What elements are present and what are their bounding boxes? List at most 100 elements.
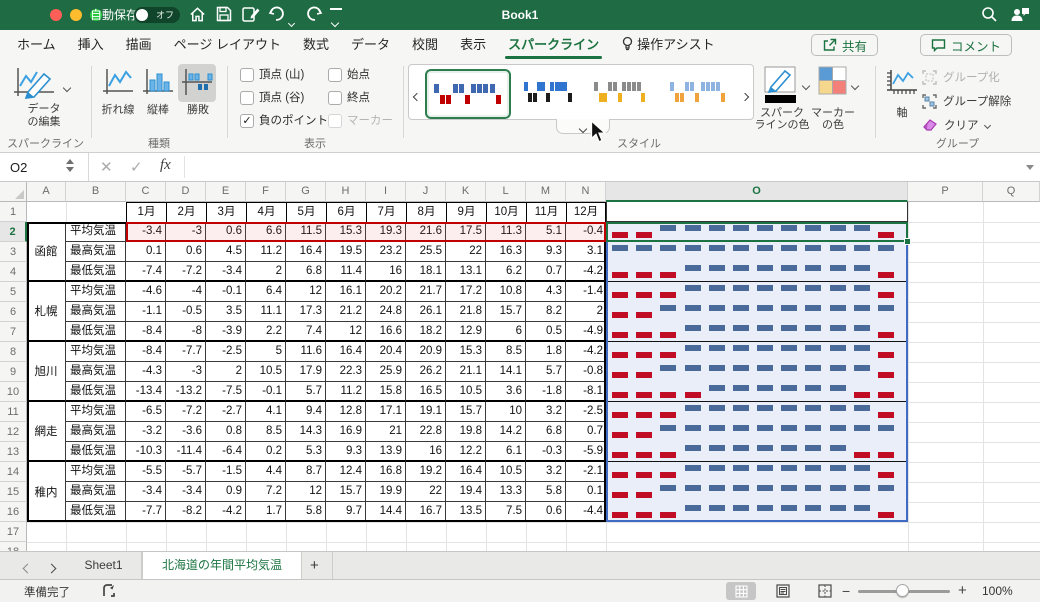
value-cell[interactable]: 6.6	[246, 222, 286, 242]
value-cell[interactable]: -1.8	[526, 382, 566, 402]
row-header-10[interactable]: 10	[0, 382, 27, 402]
value-cell[interactable]: -8.1	[566, 382, 606, 402]
value-cell[interactable]: 7.2	[246, 482, 286, 502]
value-cell[interactable]: 6.4	[246, 282, 286, 302]
value-cell[interactable]: 26.1	[406, 302, 446, 322]
value-cell[interactable]: 10.5	[486, 462, 526, 482]
city-cell[interactable]: 札幌	[27, 282, 66, 342]
sparkline-cell[interactable]	[608, 502, 906, 522]
value-cell[interactable]: 5	[246, 342, 286, 362]
sparkline-cell[interactable]	[608, 282, 906, 302]
value-cell[interactable]: 11.5	[286, 222, 326, 242]
value-cell[interactable]: 16.4	[446, 462, 486, 482]
col-header-P[interactable]: P	[908, 182, 983, 202]
value-cell[interactable]: -3.6	[166, 422, 206, 442]
row-header-18[interactable]: 18	[0, 542, 27, 551]
value-cell[interactable]: 22	[406, 482, 446, 502]
col-header-G[interactable]: G	[286, 182, 326, 202]
value-cell[interactable]: -13.4	[126, 382, 166, 402]
value-cell[interactable]: 20.9	[406, 342, 446, 362]
sparkline-cell[interactable]	[608, 442, 906, 462]
value-cell[interactable]: 5.1	[526, 222, 566, 242]
value-cell[interactable]: 13.3	[486, 482, 526, 502]
value-cell[interactable]: 16.9	[326, 422, 366, 442]
insert-function-icon[interactable]: fx	[160, 157, 171, 174]
select-all-corner[interactable]	[0, 182, 27, 202]
value-cell[interactable]: -0.8	[566, 362, 606, 382]
value-cell[interactable]: 12	[326, 322, 366, 342]
value-cell[interactable]: -13.2	[166, 382, 206, 402]
row-header-6[interactable]: 6	[0, 302, 27, 322]
value-cell[interactable]: -7.2	[166, 262, 206, 282]
search-icon[interactable]	[980, 5, 998, 28]
row-header-12[interactable]: 12	[0, 422, 27, 442]
row-header-15[interactable]: 15	[0, 482, 27, 502]
month-cell[interactable]: 11月	[526, 202, 567, 222]
value-cell[interactable]: 13.1	[446, 262, 486, 282]
month-cell[interactable]: 9月	[446, 202, 487, 222]
col-header-C[interactable]: C	[126, 182, 166, 202]
value-cell[interactable]: 16	[366, 262, 406, 282]
metric-cell[interactable]: 最高気温	[66, 302, 126, 322]
value-cell[interactable]: 22.8	[406, 422, 446, 442]
value-cell[interactable]: 4.1	[246, 402, 286, 422]
value-cell[interactable]: -2.1	[566, 462, 606, 482]
value-cell[interactable]: 23.2	[366, 242, 406, 262]
value-cell[interactable]: 25.9	[366, 362, 406, 382]
value-cell[interactable]: 0.7	[566, 422, 606, 442]
value-cell[interactable]: 0.7	[526, 262, 566, 282]
value-cell[interactable]: 0.6	[166, 242, 206, 262]
zoom-out-button[interactable]: −	[842, 583, 850, 599]
value-cell[interactable]: -3	[166, 222, 206, 242]
value-cell[interactable]: 7.5	[486, 502, 526, 522]
month-cell[interactable]: 2月	[166, 202, 207, 222]
value-cell[interactable]: 18.2	[406, 322, 446, 342]
value-cell[interactable]: 0.6	[526, 502, 566, 522]
month-cell[interactable]: 5月	[286, 202, 327, 222]
sparkline-cell[interactable]	[608, 242, 906, 262]
value-cell[interactable]: -8	[166, 322, 206, 342]
value-cell[interactable]: 16.8	[366, 462, 406, 482]
gallery-scroll-left-icon[interactable]	[412, 87, 422, 105]
row-header-17[interactable]: 17	[0, 522, 27, 542]
checkbox-終点[interactable]	[328, 91, 342, 105]
city-cell[interactable]: 函館	[27, 222, 66, 282]
month-cell[interactable]: 10月	[486, 202, 527, 222]
value-cell[interactable]: -0.5	[166, 302, 206, 322]
sparkline-cell[interactable]	[608, 262, 906, 282]
value-cell[interactable]: 9.4	[286, 402, 326, 422]
value-cell[interactable]: 15.8	[366, 382, 406, 402]
metric-cell[interactable]: 平均気温	[66, 462, 126, 482]
cell-O1-outline[interactable]	[606, 202, 908, 222]
metric-cell[interactable]: 最低気温	[66, 322, 126, 342]
metric-cell[interactable]: 最低気温	[66, 262, 126, 282]
value-cell[interactable]: 16.7	[406, 502, 446, 522]
value-cell[interactable]: 19.4	[446, 482, 486, 502]
value-cell[interactable]: -0.1	[246, 382, 286, 402]
col-header-K[interactable]: K	[446, 182, 486, 202]
month-cell[interactable]: 12月	[566, 202, 606, 222]
sparkline-cell[interactable]	[608, 342, 906, 362]
metric-cell[interactable]: 最低気温	[66, 442, 126, 462]
value-cell[interactable]: -11.4	[166, 442, 206, 462]
value-cell[interactable]: 17.9	[286, 362, 326, 382]
month-cell[interactable]: 6月	[326, 202, 367, 222]
style-thumb-4[interactable]	[663, 75, 733, 109]
value-cell[interactable]: 2	[566, 302, 606, 322]
style-thumb-1[interactable]	[425, 69, 511, 119]
value-cell[interactable]: -4.3	[126, 362, 166, 382]
col-header-M[interactable]: M	[526, 182, 566, 202]
value-cell[interactable]: 0.8	[206, 422, 246, 442]
name-box[interactable]: O2	[10, 160, 27, 175]
col-header-L[interactable]: L	[486, 182, 526, 202]
value-cell[interactable]: -3.2	[126, 422, 166, 442]
value-cell[interactable]: 25.5	[406, 242, 446, 262]
ribbon-tab-ページ レイアウト[interactable]: ページ レイアウト	[163, 30, 292, 60]
month-cell[interactable]: 7月	[366, 202, 407, 222]
value-cell[interactable]: -7.7	[166, 342, 206, 362]
col-header-D[interactable]: D	[166, 182, 206, 202]
sparkline-cell[interactable]	[608, 462, 906, 482]
row-header-2[interactable]: 2	[0, 222, 27, 242]
value-cell[interactable]: -7.4	[126, 262, 166, 282]
value-cell[interactable]: 13.9	[366, 442, 406, 462]
